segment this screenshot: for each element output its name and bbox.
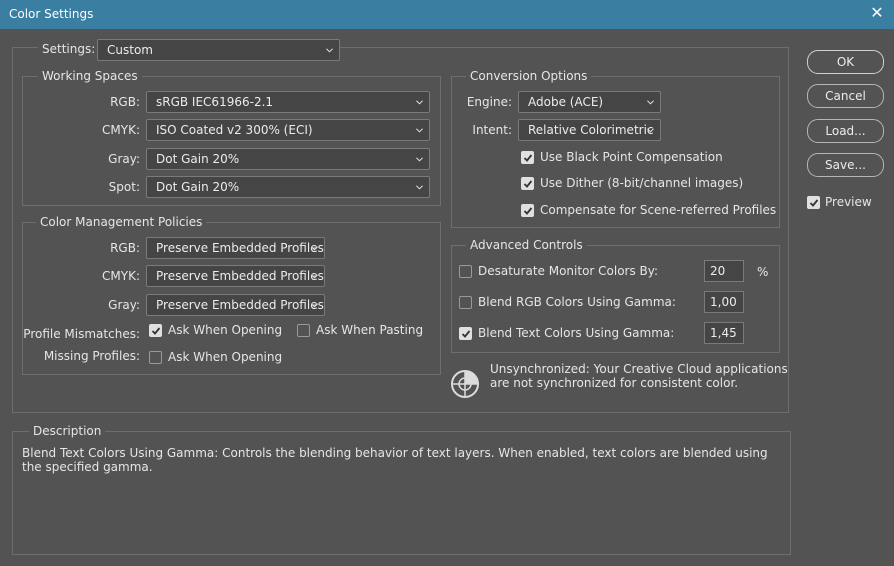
desaturate-checkbox[interactable] <box>459 265 472 278</box>
load-button[interactable]: Load... <box>807 119 884 143</box>
scene-referred-label: Compensate for Scene-referred Profiles <box>540 203 777 217</box>
ws-gray-value: Dot Gain 20% <box>156 152 240 166</box>
missing-profiles-label: Missing Profiles: <box>43 349 140 363</box>
blend-text-checkbox[interactable] <box>459 327 472 340</box>
engine-value: Adobe (ACE) <box>528 95 604 109</box>
policy-gray-label: Gray: <box>108 298 140 312</box>
advanced-legend: Advanced Controls <box>466 238 587 252</box>
close-icon[interactable]: ✕ <box>868 4 886 22</box>
ws-spot-label: Spot: <box>108 180 140 194</box>
policy-rgb-dropdown[interactable]: Preserve Embedded Profiles <box>146 237 325 259</box>
intent-dropdown[interactable]: Relative Colorimetric <box>518 119 661 141</box>
cancel-button[interactable]: Cancel <box>807 84 884 108</box>
policy-cmyk-dropdown[interactable]: Preserve Embedded Profiles <box>146 265 325 287</box>
mismatch-opening-label: Ask When Opening <box>168 323 283 337</box>
blend-rgb-checkbox[interactable] <box>459 296 472 309</box>
chevron-down-icon <box>416 100 423 105</box>
checkmark-icon <box>151 327 161 335</box>
desaturate-input[interactable]: 20 <box>704 260 744 282</box>
mismatch-pasting-label: Ask When Pasting <box>316 323 424 337</box>
chevron-down-icon <box>311 303 318 308</box>
chevron-down-icon <box>326 48 333 53</box>
checkmark-icon <box>461 330 471 338</box>
missing-opening-label: Ask When Opening <box>168 350 283 364</box>
chevron-down-icon <box>647 128 654 133</box>
save-button[interactable]: Save... <box>807 153 884 177</box>
black-point-label: Use Black Point Compensation <box>540 150 723 164</box>
desaturate-label: Desaturate Monitor Colors By: <box>478 264 659 278</box>
chevron-down-icon <box>416 128 423 133</box>
engine-dropdown[interactable]: Adobe (ACE) <box>518 91 661 113</box>
ws-rgb-label: RGB: <box>110 95 140 109</box>
ws-rgb-dropdown[interactable]: sRGB IEC61966-2.1 <box>146 91 430 113</box>
working-spaces-legend: Working Spaces <box>38 69 142 83</box>
chevron-down-icon <box>647 100 654 105</box>
ws-spot-dropdown[interactable]: Dot Gain 20% <box>146 176 430 198</box>
checkmark-icon <box>523 154 533 162</box>
ws-gray-dropdown[interactable]: Dot Gain 20% <box>146 148 430 170</box>
sync-status-line2: are not synchronized for consistent colo… <box>490 376 739 390</box>
blend-rgb-input[interactable]: 1,00 <box>704 291 744 313</box>
mismatch-opening-checkbox[interactable] <box>149 324 162 337</box>
black-point-checkbox[interactable] <box>521 151 534 164</box>
settings-dropdown[interactable]: Custom <box>97 39 340 61</box>
chevron-down-icon <box>311 274 318 279</box>
blend-rgb-label: Blend RGB Colors Using Gamma: <box>478 295 676 309</box>
dither-checkbox[interactable] <box>521 177 534 190</box>
chevron-down-icon <box>416 185 423 190</box>
ws-spot-value: Dot Gain 20% <box>156 180 240 194</box>
ok-button[interactable]: OK <box>807 50 884 74</box>
blend-text-input[interactable]: 1,45 <box>704 322 744 344</box>
description-text: Blend Text Colors Using Gamma: Controls … <box>22 446 768 474</box>
policies-legend: Color Management Policies <box>36 215 207 229</box>
ws-cmyk-dropdown[interactable]: ISO Coated v2 300% (ECI) <box>146 119 430 141</box>
mismatch-pasting-checkbox[interactable] <box>297 324 310 337</box>
chevron-down-icon <box>311 246 318 251</box>
preview-checkbox[interactable] <box>807 196 820 209</box>
scene-referred-checkbox[interactable] <box>521 204 534 217</box>
intent-label: Intent: <box>472 123 512 137</box>
policy-cmyk-label: CMYK: <box>102 269 140 283</box>
checkmark-icon <box>809 199 819 207</box>
policy-gray-dropdown[interactable]: Preserve Embedded Profiles <box>146 294 325 316</box>
policy-gray-value: Preserve Embedded Profiles <box>156 298 324 312</box>
policy-rgb-label: RGB: <box>110 241 140 255</box>
policy-rgb-value: Preserve Embedded Profiles <box>156 241 324 255</box>
window-title: Color Settings <box>9 7 94 21</box>
description-legend: Description <box>29 424 106 438</box>
ws-gray-label: Gray: <box>108 152 140 166</box>
missing-opening-checkbox[interactable] <box>149 351 162 364</box>
ws-cmyk-value: ISO Coated v2 300% (ECI) <box>156 123 313 137</box>
settings-value: Custom <box>107 43 153 57</box>
sync-status-line1: Unsynchronized: Your Creative Cloud appl… <box>490 362 788 376</box>
chevron-down-icon <box>416 157 423 162</box>
title-bar: Color Settings ✕ <box>0 0 894 29</box>
policy-cmyk-value: Preserve Embedded Profiles <box>156 269 324 283</box>
settings-label: Settings: <box>38 42 100 56</box>
ws-cmyk-label: CMYK: <box>102 123 140 137</box>
checkmark-icon <box>523 207 533 215</box>
profile-mismatches-label: Profile Mismatches: <box>23 327 140 341</box>
desaturate-unit: % <box>757 265 769 279</box>
unsynchronized-icon <box>451 370 479 398</box>
ws-rgb-value: sRGB IEC61966-2.1 <box>156 95 274 109</box>
engine-label: Engine: <box>466 95 512 109</box>
checkmark-icon <box>523 180 533 188</box>
blend-text-label: Blend Text Colors Using Gamma: <box>478 326 675 340</box>
intent-value: Relative Colorimetric <box>528 123 654 137</box>
conversion-legend: Conversion Options <box>466 69 592 83</box>
dither-label: Use Dither (8-bit/channel images) <box>540 176 744 190</box>
preview-label: Preview <box>825 195 872 209</box>
